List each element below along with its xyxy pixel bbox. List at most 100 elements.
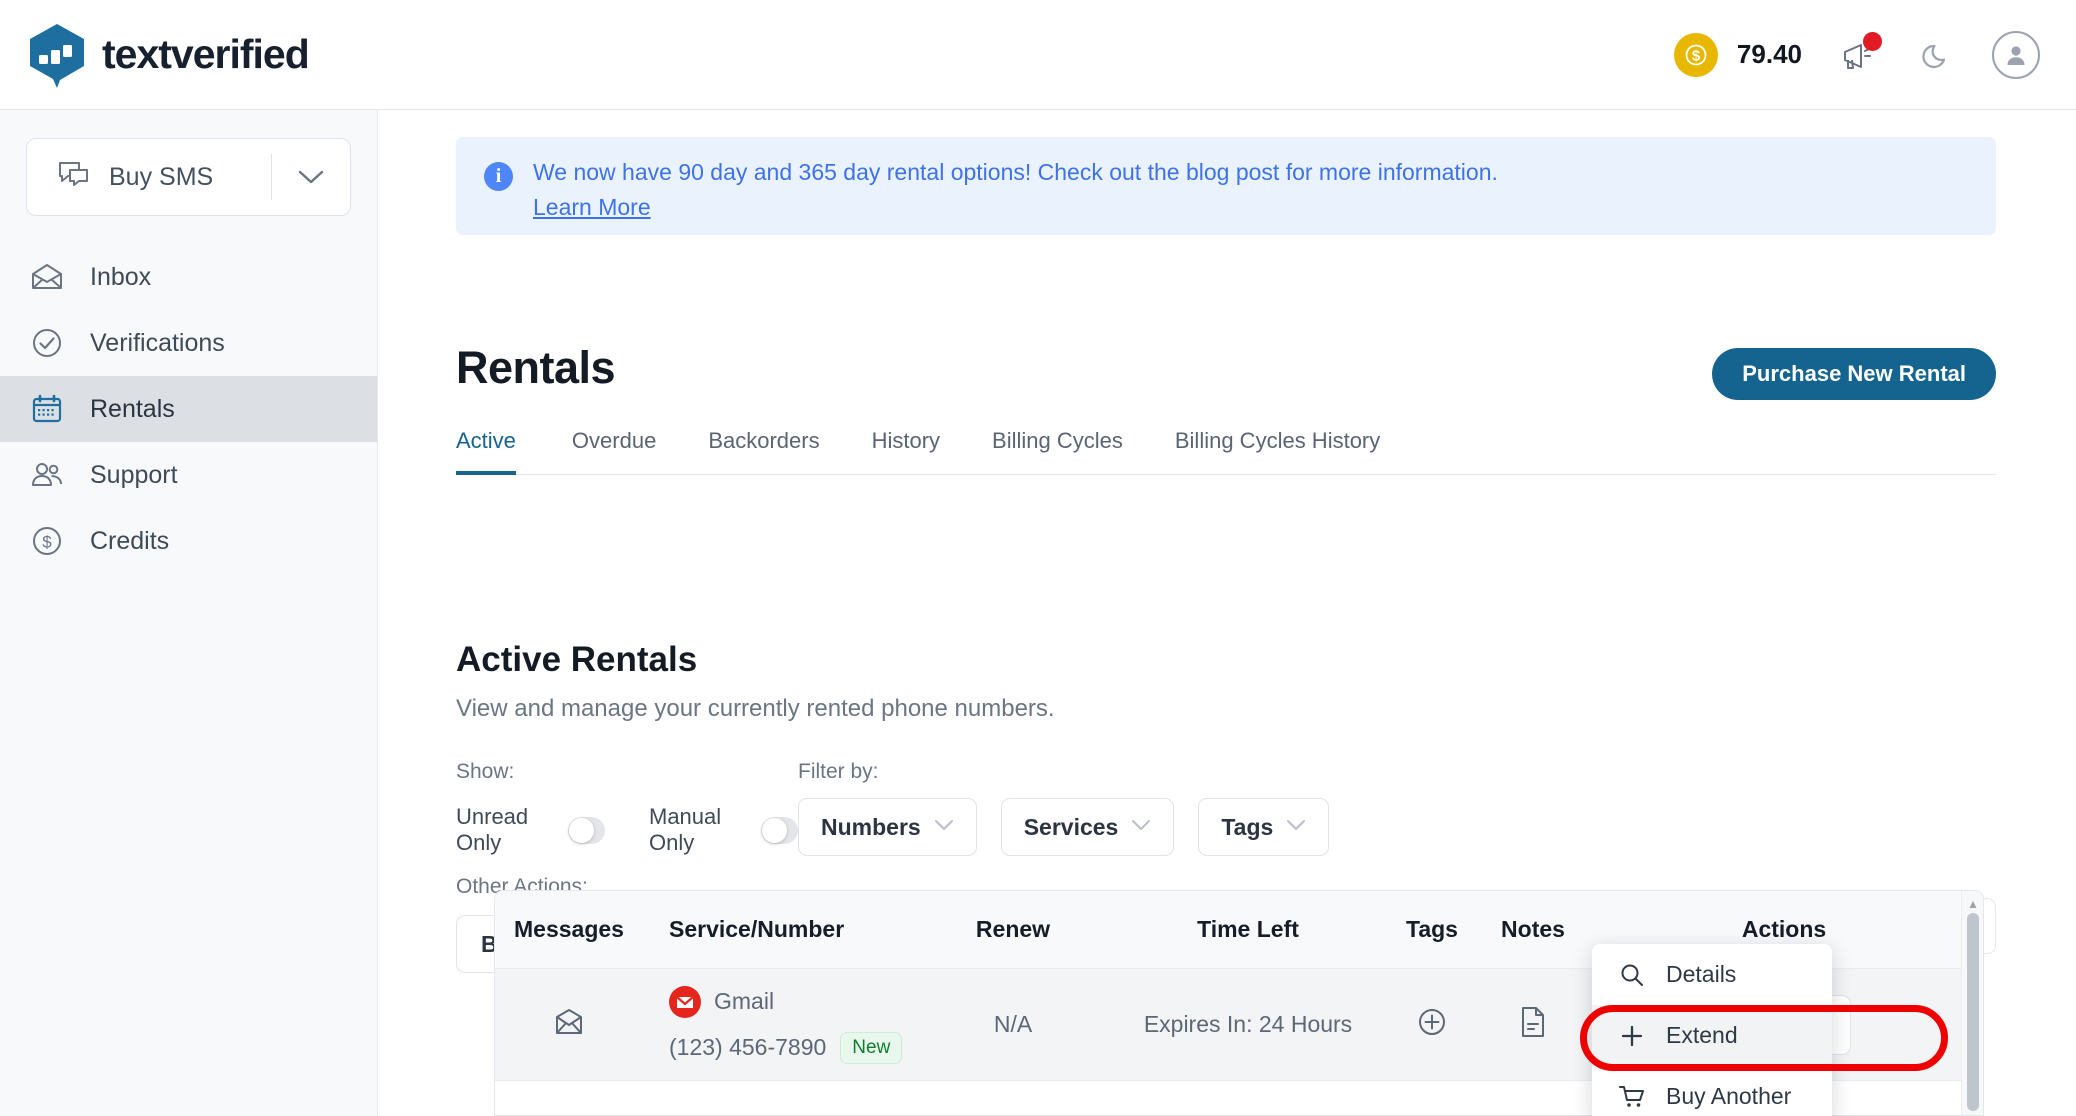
toggle-switch[interactable] (568, 816, 605, 844)
user-avatar[interactable] (1992, 30, 2040, 79)
chevron-down-icon (1286, 818, 1306, 836)
service-name: Gmail (714, 988, 775, 1014)
announcements-button[interactable] (1836, 31, 1882, 77)
menu-item-buy-another[interactable]: Buy Another (1592, 1066, 1832, 1116)
dollar-circle-icon: $ (26, 524, 68, 558)
table-scrollbar[interactable]: ▲ (1961, 891, 1983, 1115)
svg-text:$: $ (42, 533, 52, 552)
actions-dropdown-menu: Details Extend Buy Another (1592, 944, 1832, 1116)
buy-sms-label: Buy SMS (109, 162, 214, 191)
scroll-up-icon[interactable]: ▲ (1967, 897, 1979, 911)
filters-area: Show: Unread Only Manual Only Filter by: (456, 760, 1996, 856)
sidebar-item-support[interactable]: Support (0, 442, 377, 508)
page-title: Rentals (456, 342, 616, 393)
svg-text:$: $ (1692, 47, 1701, 64)
phone-number: (123) 456-7890 (669, 1034, 827, 1060)
sidebar-item-label: Inbox (90, 262, 152, 291)
people-icon (26, 460, 68, 490)
app-root: textverified $ 79.40 Buy SMS Inbox Verif… (0, 0, 2076, 1116)
dropdown-label: Services (1023, 813, 1119, 840)
tab-bar: Active Overdue Backorders History Billin… (456, 422, 1996, 475)
menu-item-extend[interactable]: Extend (1592, 1005, 1832, 1066)
show-toggles: Unread Only Manual Only (456, 804, 798, 856)
filter-numbers-dropdown[interactable]: Numbers (798, 798, 977, 856)
gmail-icon (669, 985, 701, 1018)
unread-only-toggle[interactable]: Unread Only (456, 804, 605, 856)
balance-display[interactable]: $ 79.40 (1673, 32, 1802, 77)
filter-tags-dropdown[interactable]: Tags (1198, 798, 1330, 856)
buy-sms-button[interactable]: Buy SMS (26, 138, 351, 216)
menu-item-label: Details (1666, 961, 1737, 987)
filter-services-dropdown[interactable]: Services (1000, 798, 1175, 856)
number-line: (123) 456-7890 New (669, 1031, 913, 1064)
manual-only-toggle[interactable]: Manual Only (649, 804, 798, 856)
brand-name: textverified (102, 31, 310, 77)
shopping-cart-icon (1618, 1084, 1646, 1110)
column-header-time-left: Time Left (1197, 916, 1299, 942)
envelope-open-icon (26, 262, 68, 292)
filter-by-group: Filter by: Numbers Services Tags (798, 760, 1330, 856)
dark-mode-toggle[interactable] (1914, 33, 1958, 77)
toggle-label: Unread Only (456, 804, 529, 855)
cell-renew: N/A (913, 1011, 1113, 1038)
info-circle-icon: i (484, 162, 513, 191)
notification-badge (1863, 31, 1882, 51)
calendar-icon (26, 392, 68, 426)
search-icon (1618, 962, 1646, 988)
chevron-down-icon[interactable] (272, 169, 350, 185)
sidebar-item-credits[interactable]: $ Credits (0, 508, 377, 574)
balance-amount: 79.40 (1736, 39, 1802, 69)
tab-billing-cycles[interactable]: Billing Cycles (966, 422, 1149, 474)
check-circle-icon (26, 326, 68, 360)
document-icon[interactable] (1518, 1005, 1548, 1044)
filter-dropdowns: Numbers Services Tags (798, 798, 1330, 856)
show-label: Show: (456, 760, 515, 783)
sidebar-item-verifications[interactable]: Verifications (0, 310, 377, 376)
brand-logo[interactable]: textverified (26, 22, 310, 88)
cell-tags[interactable] (1383, 1005, 1481, 1044)
tab-billing-cycles-history[interactable]: Billing Cycles History (1149, 422, 1406, 474)
chevron-down-icon (934, 818, 954, 836)
sidebar: Buy SMS Inbox Verifications Rentals Supp… (0, 110, 378, 1116)
dollar-coin-icon: $ (1673, 32, 1718, 77)
tab-backorders[interactable]: Backorders (682, 422, 845, 474)
menu-item-label: Extend (1666, 1022, 1738, 1048)
show-group: Show: Unread Only Manual Only (456, 760, 798, 856)
section-subheading: View and manage your currently rented ph… (456, 695, 1055, 722)
cell-time-left: Expires In: 24 Hours (1113, 1011, 1383, 1038)
purchase-new-rental-button[interactable]: Purchase New Rental (1712, 348, 1996, 400)
buy-sms-left: Buy SMS (27, 160, 271, 195)
cell-messages[interactable] (495, 1007, 643, 1042)
column-header-messages: Messages (514, 916, 624, 942)
top-bar-actions: $ 79.40 (1673, 30, 2040, 79)
sidebar-item-label: Credits (90, 526, 170, 555)
sidebar-item-rentals[interactable]: Rentals (0, 376, 377, 442)
menu-item-label: Buy Another (1666, 1083, 1792, 1109)
banner-text: We now have 90 day and 365 day rental op… (533, 159, 1498, 221)
toggle-switch[interactable] (761, 816, 798, 844)
plus-circle-icon[interactable] (1415, 1005, 1449, 1044)
menu-item-details[interactable]: Details (1592, 944, 1832, 1005)
learn-more-link[interactable]: Learn More (533, 194, 651, 221)
tab-active[interactable]: Active (456, 422, 546, 475)
dropdown-label: Numbers (821, 813, 921, 840)
info-banner: i We now have 90 day and 365 day rental … (456, 137, 1996, 235)
tab-history[interactable]: History (846, 422, 966, 474)
scrollbar-thumb[interactable] (1967, 913, 1979, 1111)
envelope-icon[interactable] (552, 1007, 586, 1042)
plus-icon (1618, 1023, 1646, 1049)
sidebar-item-inbox[interactable]: Inbox (0, 244, 377, 310)
hex-speech-bubble-logo (26, 22, 88, 88)
dropdown-label: Tags (1221, 813, 1274, 840)
cell-service-number: Gmail (123) 456-7890 New (643, 985, 913, 1064)
column-header-actions: Actions (1741, 916, 1827, 942)
tab-overdue[interactable]: Overdue (546, 422, 682, 474)
column-header-renew: Renew (975, 916, 1051, 942)
cell-notes[interactable] (1481, 1005, 1585, 1044)
chat-bubbles-icon (57, 160, 91, 195)
banner-message: We now have 90 day and 365 day rental op… (533, 159, 1498, 185)
column-header-notes: Notes (1501, 916, 1565, 942)
top-bar: textverified $ 79.40 (0, 0, 2076, 110)
filters-labels: Show: Unread Only Manual Only Filter by: (456, 760, 1996, 856)
filter-by-label: Filter by: (798, 760, 879, 783)
